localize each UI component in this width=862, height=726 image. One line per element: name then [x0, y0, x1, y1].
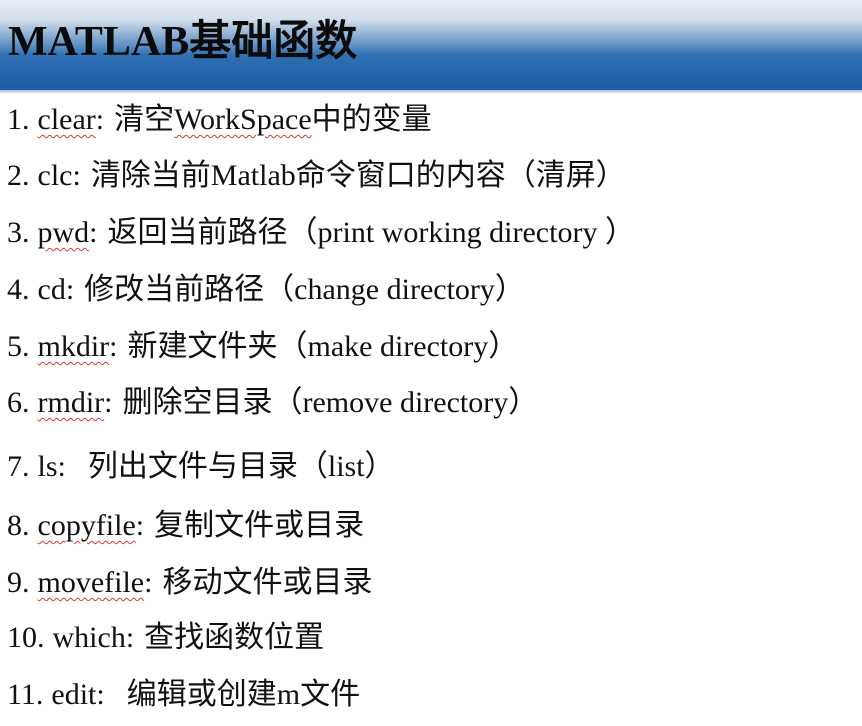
item-number: 7. — [7, 450, 30, 483]
list-item: 11. edit: 编辑或创建m文件 — [7, 675, 360, 715]
item-description: 查找函数位置 — [144, 621, 325, 654]
function-name: copyfile — [37, 509, 136, 542]
separator: : — [104, 386, 113, 419]
item-number: 6. — [7, 386, 30, 419]
item-description: 列出文件与目录（list） — [87, 450, 395, 483]
item-number: 3. — [7, 216, 30, 249]
item-number: 4. — [7, 273, 30, 306]
item-description-tail: 中的变量 — [311, 103, 432, 136]
item-description: 新建文件夹（make directory） — [127, 330, 519, 363]
list-item: 7. ls: 列出文件与目录（list） — [7, 447, 395, 487]
list-item: 4. cd: 修改当前路径（change directory） — [7, 270, 525, 310]
item-description: 删除空目录（remove directory） — [122, 386, 539, 419]
item-number: 10. — [7, 621, 45, 654]
list-item: 1. clear: 清空WorkSpace中的变量 — [7, 100, 432, 140]
function-name: edit — [51, 678, 97, 711]
item-number: 11. — [7, 678, 44, 711]
function-name: rmdir — [37, 386, 105, 419]
separator: : — [57, 450, 66, 483]
list-item: 5. mkdir: 新建文件夹（make directory） — [7, 327, 518, 367]
item-number: 5. — [7, 330, 30, 363]
separator: : — [95, 103, 105, 136]
function-name: clc — [37, 159, 73, 192]
item-description: 移动文件或目录 — [162, 566, 373, 599]
function-name: movefile — [37, 566, 145, 599]
list-item: 9. movefile: 移动文件或目录 — [7, 563, 372, 603]
slide: MATLAB基础函数 1. clear: 清空WorkSpace中的变量 2. clc… — [0, 0, 862, 726]
list-item: 6. rmdir: 删除空目录（remove directory） — [7, 383, 538, 423]
item-description: 复制文件或目录 — [154, 509, 365, 542]
item-number: 8. — [7, 509, 30, 542]
item-number: 1. — [7, 103, 30, 136]
list-item: 8. copyfile: 复制文件或目录 — [7, 506, 364, 546]
separator: : — [109, 330, 118, 363]
separator: : — [144, 566, 153, 599]
function-name: pwd — [37, 216, 90, 249]
item-description: 编辑或创建m文件 — [126, 678, 361, 711]
function-name: clear — [37, 103, 96, 136]
function-name: cd — [37, 273, 66, 306]
item-description: 清除当前Matlab命令窗口的内容（清屏） — [90, 159, 626, 192]
item-description: 清空 — [114, 103, 175, 136]
function-name: ls — [37, 450, 58, 483]
function-name: which — [52, 621, 126, 654]
separator: : — [65, 273, 75, 306]
separator: : — [89, 216, 98, 249]
list-item: 3. pwd: 返回当前路径（print working directory ） — [7, 213, 635, 253]
item-number: 2. — [7, 159, 30, 192]
separator: : — [125, 621, 135, 654]
separator: : — [135, 509, 145, 542]
list-item: 10. which: 查找函数位置 — [7, 618, 324, 658]
item-description-underlined: WorkSpace — [174, 103, 312, 136]
function-name: mkdir — [37, 330, 110, 363]
separator: : — [72, 159, 81, 192]
list-item: 2. clc: 清除当前Matlab命令窗口的内容（清屏） — [7, 156, 626, 196]
item-number: 9. — [7, 566, 30, 599]
item-description: 修改当前路径（change directory） — [84, 273, 525, 306]
separator: : — [96, 678, 105, 711]
item-description: 返回当前路径（print working directory ） — [107, 216, 635, 249]
slide-title: MATLAB基础函数 — [8, 19, 358, 65]
